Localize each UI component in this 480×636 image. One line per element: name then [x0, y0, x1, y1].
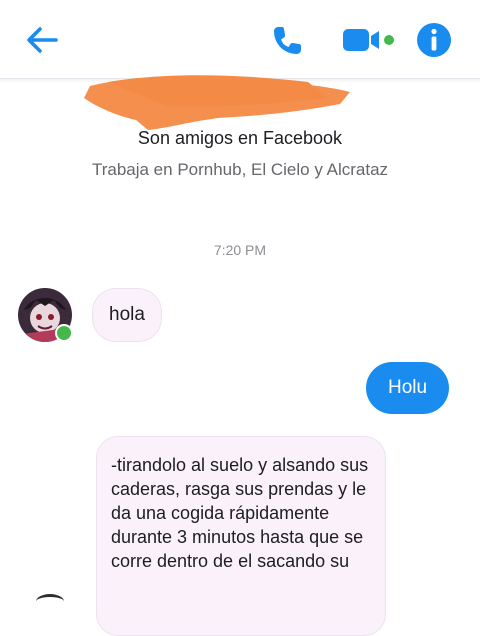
- work-info-text: Trabaja en Pornhub, El Cielo y Alcrataz: [91, 160, 389, 179]
- incoming-message-bubble[interactable]: hola: [92, 288, 162, 342]
- phone-icon[interactable]: [268, 20, 308, 60]
- message-timestamp: 7:20 PM: [213, 242, 267, 258]
- name-redaction-scribble: [84, 75, 350, 130]
- video-camera-icon[interactable]: [340, 22, 400, 58]
- outgoing-message-bubble[interactable]: Holu: [366, 362, 450, 414]
- partial-avatar: [36, 594, 64, 609]
- back-arrow-icon[interactable]: [22, 20, 62, 60]
- info-icon[interactable]: [414, 20, 454, 60]
- online-status-dot: [55, 324, 73, 342]
- incoming-message-bubble-long[interactable]: -tirandolo al suelo y alsando sus cadera…: [96, 436, 386, 636]
- friends-status-text: Son amigos en Facebook: [137, 128, 343, 148]
